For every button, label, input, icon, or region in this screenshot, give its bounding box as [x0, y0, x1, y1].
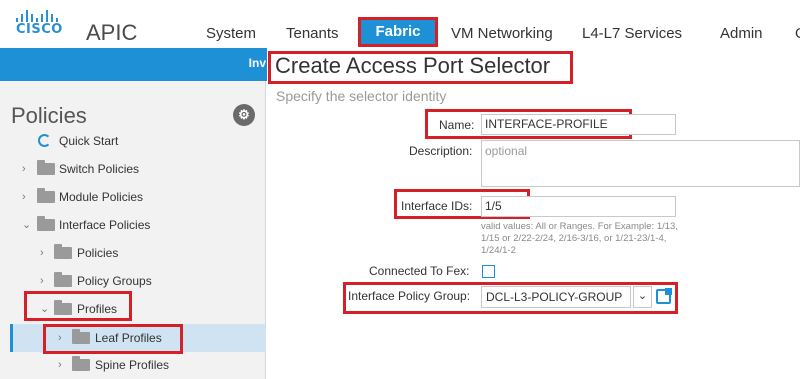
chevron-right-icon: › [22, 191, 26, 203]
app-title: APIC [86, 20, 138, 45]
chevron-right-icon: › [22, 163, 26, 175]
name-field[interactable]: INTERFACE-PROFILE [481, 114, 676, 135]
sidebar-item-label: Policy Groups [77, 274, 152, 288]
chevron-down-icon: ⌄ [40, 303, 50, 315]
cisco-logo[interactable]: CISCO [16, 6, 66, 37]
apic-window: CISCO APIC System Tenants Fabric VM Netw… [0, 0, 800, 379]
sidebar-item-switch-policies[interactable]: › Switch Policies [22, 158, 222, 180]
sidebar-item-label: Leaf Profiles [95, 331, 162, 345]
chevron-right-icon: › [58, 332, 62, 344]
top-nav: CISCO APIC System Tenants Fabric VM Netw… [0, 0, 800, 48]
sub-nav-bar: Inv [0, 48, 270, 81]
sidebar-item-spine-profiles[interactable]: › Spine Profiles [58, 354, 198, 376]
sidebar-item-policy-groups[interactable]: › Policy Groups [40, 270, 220, 292]
sidebar-item-interface-policies[interactable]: ⌄ Interface Policies [22, 214, 222, 236]
chevron-down-icon: ⌄ [22, 219, 32, 231]
folder-icon [54, 244, 72, 259]
connected-to-fex-label: Connected To Fex: [369, 264, 470, 278]
sidebar-item-profiles[interactable]: ⌄ Profiles [40, 298, 130, 320]
sidebar: Policies ⚙ Quick Start › Switch Policies… [0, 81, 266, 379]
sidebar-item-label: Switch Policies [59, 162, 140, 176]
interface-ids-field[interactable]: 1/5 [481, 196, 676, 217]
folder-icon [54, 272, 72, 287]
sidebar-item-module-policies[interactable]: › Module Policies [22, 186, 222, 208]
tab-l4-l7-services[interactable]: L4-L7 Services [582, 25, 682, 42]
interface-ids-hint: valid values: All or Ranges. For Example… [481, 221, 678, 256]
tab-admin[interactable]: Admin [720, 25, 763, 42]
sidebar-item-label: Quick Start [59, 134, 119, 148]
sidebar-item-label: Spine Profiles [95, 358, 170, 372]
tab-fabric[interactable]: Fabric [358, 17, 438, 47]
folder-icon [54, 300, 72, 315]
sidebar-item-leaf-profiles[interactable]: › Leaf Profiles [58, 327, 178, 349]
tab-system[interactable]: System [206, 25, 256, 42]
dialog-title: Create Access Port Selector [275, 53, 551, 78]
interface-policy-group-label: Interface Policy Group: [348, 289, 471, 303]
dialog-subtitle: Specify the selector identity [276, 88, 447, 104]
cisco-logo-bars-icon [16, 6, 62, 22]
folder-icon [37, 160, 55, 175]
tab-tenants[interactable]: Tenants [286, 25, 339, 42]
chevron-right-icon: › [40, 247, 44, 259]
folder-icon [72, 329, 90, 344]
sidebar-item-label: Policies [77, 246, 119, 260]
tab-operations[interactable]: O [795, 25, 800, 42]
chevron-right-icon: › [40, 275, 44, 287]
sidebar-item-label: Profiles [77, 302, 118, 316]
open-external-icon[interactable] [656, 288, 672, 304]
chevron-down-icon[interactable]: ⌄ [633, 286, 652, 308]
interface-policy-group-select[interactable]: DCL-L3-POLICY-GROUP [481, 286, 631, 308]
folder-icon [72, 356, 90, 371]
sidebar-item-label: Module Policies [59, 190, 144, 204]
sub-nav-inventory[interactable]: Inv [249, 56, 266, 70]
chevron-right-icon: › [58, 359, 62, 371]
cisco-logo-text: CISCO [16, 22, 63, 37]
name-label: Name: [439, 118, 475, 132]
create-access-port-selector-dialog: Create Access Port Selector Specify the … [267, 48, 800, 379]
sidebar-title: Policies [11, 103, 87, 128]
sidebar-item-quick-start[interactable]: Quick Start [38, 130, 188, 152]
folder-icon [37, 188, 55, 203]
folder-icon [37, 216, 55, 231]
sidebar-item-label: Interface Policies [59, 218, 151, 232]
sidebar-item-policies[interactable]: › Policies [40, 242, 220, 264]
quick-start-icon [38, 134, 51, 147]
interface-ids-label: Interface IDs: [401, 199, 473, 213]
tab-vm-networking[interactable]: VM Networking [451, 25, 553, 42]
connected-to-fex-checkbox[interactable] [482, 265, 495, 278]
gear-icon[interactable]: ⚙ [233, 104, 255, 126]
description-field[interactable]: optional [481, 140, 800, 187]
description-label: Description: [409, 144, 473, 158]
